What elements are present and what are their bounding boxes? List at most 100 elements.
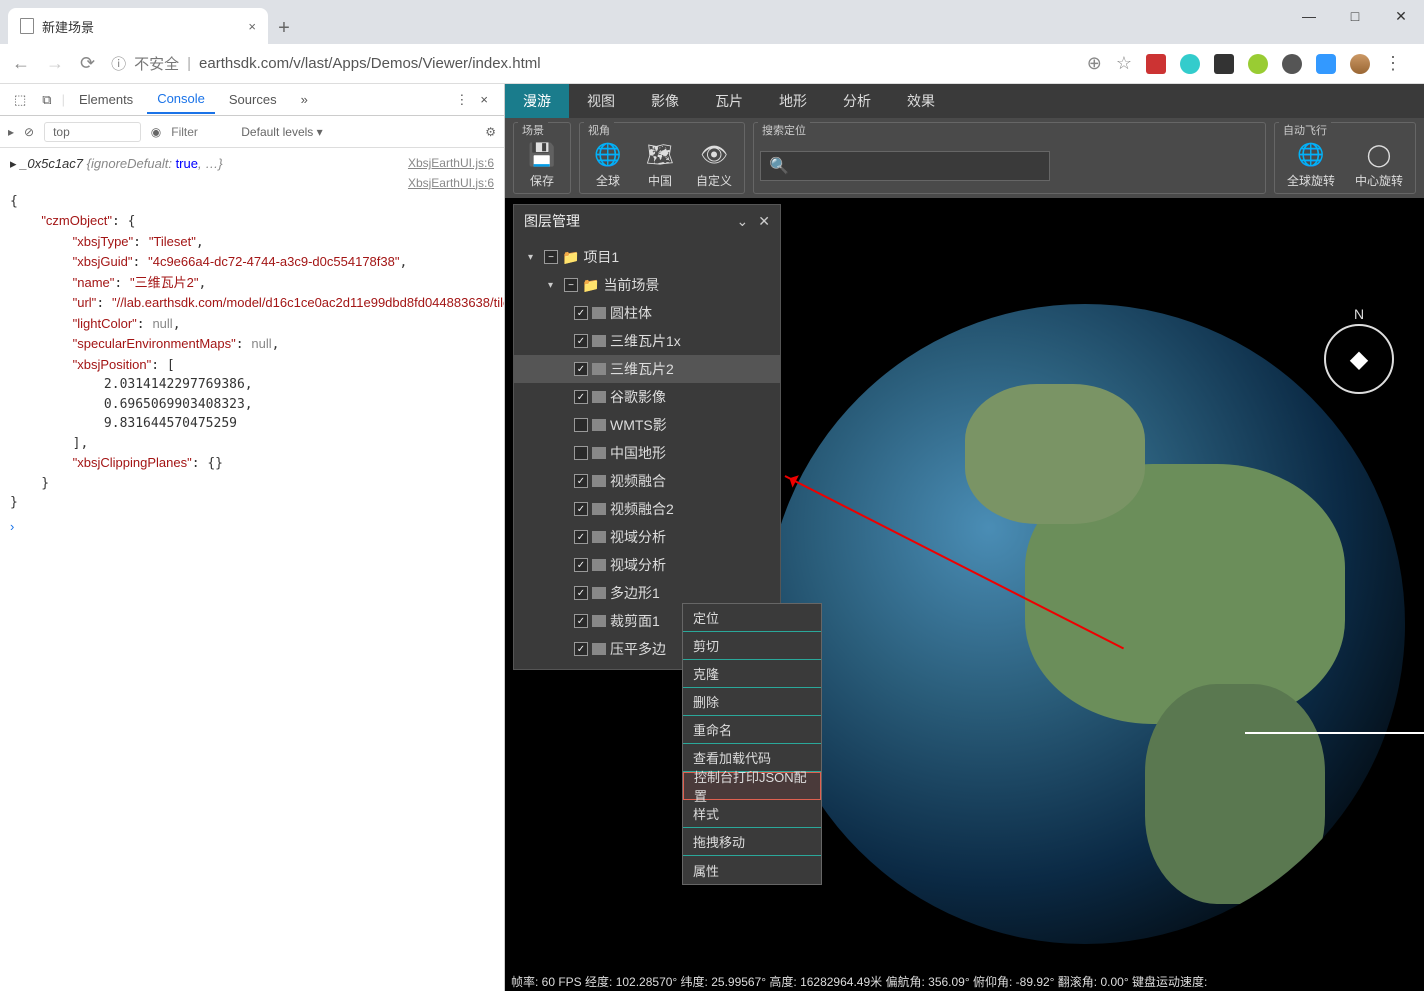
- settings-icon[interactable]: ⚙: [485, 125, 496, 139]
- tab-console[interactable]: Console: [147, 85, 215, 114]
- context-menu-item[interactable]: 控制台打印JSON配置: [683, 772, 821, 800]
- context-menu-item[interactable]: 克隆: [683, 660, 821, 688]
- menu-tab-4[interactable]: 地形: [761, 84, 825, 118]
- devtools-tabs: ⬚ ⧉ | Elements Console Sources » ⋮ ×: [0, 84, 504, 116]
- ext-icon-5[interactable]: [1282, 54, 1302, 74]
- ext-icon-2[interactable]: [1180, 54, 1200, 74]
- menu-icon[interactable]: ⋮: [1384, 53, 1402, 74]
- checkbox-icon[interactable]: ✓: [574, 390, 588, 404]
- selection-box: [1245, 564, 1424, 734]
- tree-item[interactable]: ✓三维瓦片2: [514, 355, 780, 383]
- menu-tab-3[interactable]: 瓦片: [697, 84, 761, 118]
- tab-elements[interactable]: Elements: [69, 86, 143, 113]
- checkbox-icon[interactable]: ✓: [574, 306, 588, 320]
- checkbox-icon[interactable]: ✓: [574, 362, 588, 376]
- tree-item[interactable]: ✓视域分析: [514, 551, 780, 579]
- close-window-button[interactable]: ✕: [1378, 0, 1424, 32]
- layer-icon: [592, 447, 606, 459]
- context-menu-item[interactable]: 剪切: [683, 632, 821, 660]
- group-view: 视角 🌐全球 🗺中国 👁自定义: [579, 122, 745, 194]
- context-menu-item[interactable]: 定位: [683, 604, 821, 632]
- checkbox-icon[interactable]: ✓: [574, 642, 588, 656]
- source-link[interactable]: XbsjEarthUI.js:6: [408, 154, 494, 174]
- center-rotate-button[interactable]: ◯中心旋转: [1349, 125, 1409, 191]
- tab-more[interactable]: »: [291, 86, 318, 113]
- forward-button[interactable]: →: [46, 53, 64, 74]
- menu-tab-0[interactable]: 漫游: [505, 84, 569, 118]
- compass-widget[interactable]: ◆: [1324, 324, 1394, 394]
- maximize-button[interactable]: □: [1332, 0, 1378, 32]
- menu-tab-5[interactable]: 分析: [825, 84, 889, 118]
- eye-icon: 👁: [698, 139, 730, 170]
- ext-icon-6[interactable]: [1316, 54, 1336, 74]
- close-tab-icon[interactable]: ×: [248, 19, 256, 34]
- context-selector[interactable]: top: [44, 122, 141, 142]
- tree-item[interactable]: ✓视频融合2: [514, 495, 780, 523]
- group-autofly: 自动飞行 🌐全球旋转 ◯中心旋转: [1274, 122, 1416, 194]
- collapse-icon[interactable]: ⌄: [737, 213, 749, 230]
- clear-console-icon[interactable]: ⊘: [24, 125, 34, 139]
- context-menu-item[interactable]: 属性: [683, 856, 821, 884]
- file-icon: [20, 18, 34, 34]
- checkbox-icon[interactable]: ✓: [574, 474, 588, 488]
- tab-sources[interactable]: Sources: [219, 86, 287, 113]
- tree-scene[interactable]: ▾−📁当前场景: [514, 271, 780, 299]
- tree-item[interactable]: 中国地形: [514, 439, 780, 467]
- ext-icon-3[interactable]: [1214, 54, 1234, 74]
- filter-input[interactable]: [171, 125, 231, 139]
- back-button[interactable]: ←: [12, 53, 30, 74]
- devtools-panel: ⬚ ⧉ | Elements Console Sources » ⋮ × ▸ ⊘…: [0, 84, 505, 991]
- checkbox-icon[interactable]: ✓: [574, 614, 588, 628]
- checkbox-icon[interactable]: ✓: [574, 502, 588, 516]
- ext-icon-4[interactable]: [1248, 54, 1268, 74]
- menu-tab-6[interactable]: 效果: [889, 84, 953, 118]
- tree-item[interactable]: ✓谷歌影像: [514, 383, 780, 411]
- menu-tab-1[interactable]: 视图: [569, 84, 633, 118]
- center-rotate-icon: ◯: [1363, 139, 1395, 170]
- devtools-menu-icon[interactable]: ⋮: [455, 92, 468, 108]
- checkbox-icon[interactable]: ✓: [574, 530, 588, 544]
- china-icon: 🗺: [644, 139, 676, 170]
- tree-item[interactable]: ✓圆柱体: [514, 299, 780, 327]
- log-var: _0x5c1ac7: [20, 156, 83, 171]
- eye-icon[interactable]: ◉: [151, 125, 161, 139]
- tree-root[interactable]: ▾−📁项目1: [514, 243, 780, 271]
- china-button[interactable]: 🗺中国: [638, 125, 682, 191]
- checkbox-icon[interactable]: ✓: [574, 334, 588, 348]
- context-menu-item[interactable]: 重命名: [683, 716, 821, 744]
- reload-button[interactable]: ⟳: [80, 53, 95, 74]
- menu-tab-2[interactable]: 影像: [633, 84, 697, 118]
- levels-selector[interactable]: Default levels ▾: [241, 125, 322, 139]
- url-input[interactable]: ⓘ 不安全 | earthsdk.com/v/last/Apps/Demos/V…: [111, 53, 1071, 74]
- checkbox-icon[interactable]: [574, 446, 588, 460]
- context-menu-item[interactable]: 拖拽移动: [683, 828, 821, 856]
- inspect-icon[interactable]: ⬚: [8, 92, 32, 108]
- checkbox-icon[interactable]: ✓: [574, 558, 588, 572]
- checkbox-icon[interactable]: ✓: [574, 586, 588, 600]
- context-menu-item[interactable]: 删除: [683, 688, 821, 716]
- console-prompt[interactable]: ›: [10, 513, 494, 537]
- extensions: ⊕ ☆ ⋮: [1087, 53, 1412, 74]
- search-input[interactable]: 🔍: [760, 151, 1050, 181]
- layer-icon: [592, 531, 606, 543]
- tree-item[interactable]: ✓视频融合: [514, 467, 780, 495]
- search-icon[interactable]: ⊕: [1087, 53, 1102, 74]
- console-sidebar-icon[interactable]: ▸: [8, 125, 14, 139]
- close-panel-icon[interactable]: ✕: [758, 213, 770, 230]
- tree-item[interactable]: ✓三维瓦片1x: [514, 327, 780, 355]
- bookmark-icon[interactable]: ☆: [1116, 53, 1132, 74]
- devtools-close-icon[interactable]: ×: [472, 92, 496, 107]
- avatar-icon[interactable]: [1350, 54, 1370, 74]
- browser-tab[interactable]: 新建场景 ×: [8, 8, 268, 44]
- custom-button[interactable]: 👁自定义: [690, 125, 738, 191]
- tree-item[interactable]: ✓视域分析: [514, 523, 780, 551]
- device-icon[interactable]: ⧉: [36, 92, 57, 108]
- new-tab-button[interactable]: +: [268, 12, 300, 44]
- checkbox-icon[interactable]: [574, 418, 588, 432]
- source-link-2[interactable]: XbsjEarthUI.js:6: [408, 174, 494, 192]
- layer-icon: [592, 615, 606, 627]
- address-bar: ← → ⟳ ⓘ 不安全 | earthsdk.com/v/last/Apps/D…: [0, 44, 1424, 84]
- tree-item[interactable]: WMTS影: [514, 411, 780, 439]
- ext-icon-1[interactable]: [1146, 54, 1166, 74]
- minimize-button[interactable]: ―: [1286, 0, 1332, 32]
